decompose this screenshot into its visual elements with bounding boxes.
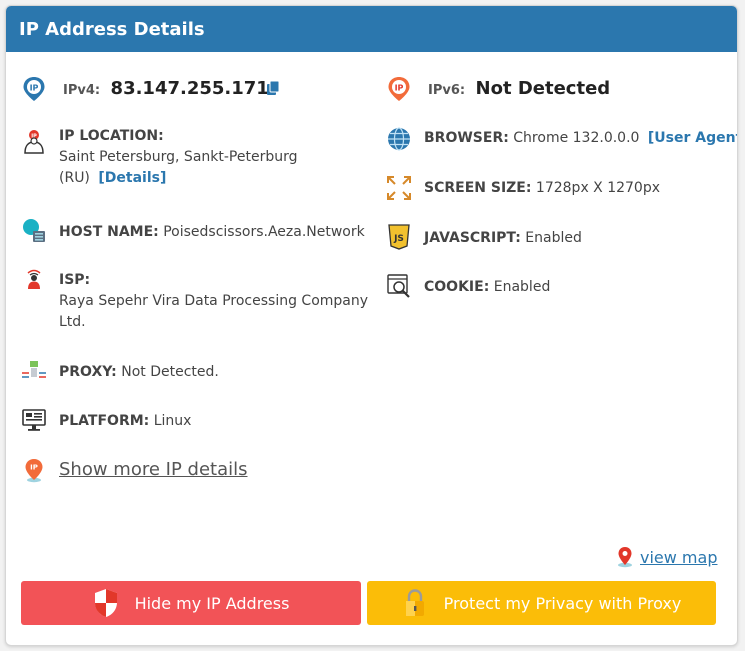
hide-ip-button-label: Hide my IP Address	[134, 593, 290, 613]
protect-privacy-button-label: Protect my Privacy with Proxy	[443, 593, 682, 613]
host-name-value: Poisedscissors.Aeza.Network	[163, 224, 365, 240]
shield-icon	[93, 588, 119, 618]
browser-value: Chrome 132.0.0.0	[513, 130, 640, 146]
isp-value: Raya Sepehr Vira Data Processing Company	[59, 293, 369, 309]
ip-location-label: IP LOCATION:	[59, 128, 164, 144]
card-header: IP Address Details	[6, 6, 737, 52]
proxy-value: Not Detected.	[121, 364, 219, 380]
server-icon	[21, 218, 47, 244]
expand-arrows-icon	[386, 175, 412, 201]
user-agent-link[interactable]: [User Agent]	[648, 130, 737, 146]
cookie-search-icon	[386, 273, 412, 299]
globe-icon	[386, 126, 412, 152]
platform-label: PLATFORM:	[59, 413, 150, 429]
ipv4-label: IPv4:	[63, 83, 101, 98]
hide-ip-button[interactable]: Hide my IP Address	[21, 581, 361, 625]
platform-value: Linux	[153, 413, 192, 429]
svg-text:JS: JS	[393, 234, 404, 244]
screen-size-value: 1728px X 1270px	[535, 180, 661, 196]
view-map-link[interactable]: view map	[640, 547, 717, 568]
isp-value-cont: Ltd.	[59, 314, 86, 330]
javascript-value: Enabled	[525, 230, 582, 246]
svg-text:IP: IP	[30, 84, 39, 93]
card-title: IP Address Details	[19, 18, 205, 40]
ip-pin-icon: IP	[21, 76, 47, 102]
protect-privacy-button[interactable]: Protect my Privacy with Proxy	[367, 581, 716, 625]
padlock-icon	[402, 588, 428, 618]
monitor-icon	[21, 407, 47, 433]
copy-icon[interactable]	[265, 80, 283, 98]
isp-label: ISP:	[59, 272, 91, 288]
cookie-value: Enabled	[493, 279, 551, 295]
location-person-icon: IP	[21, 128, 47, 154]
ip-details-card: IP Address Details IP IPv4: 83.147.255.1…	[5, 5, 738, 646]
isp-user-icon	[23, 268, 45, 290]
proxy-network-icon	[21, 358, 47, 384]
map-pin-icon	[614, 546, 636, 568]
ip-location-country: (RU)	[59, 170, 90, 186]
ipv6-value: Not Detected	[475, 78, 611, 99]
screen-size-label: SCREEN SIZE:	[424, 180, 532, 196]
javascript-label: JAVASCRIPT:	[424, 230, 521, 246]
svg-text:IP: IP	[395, 84, 404, 93]
ip-pin-orange-icon: IP	[386, 76, 412, 102]
host-name-label: HOST NAME:	[59, 224, 159, 240]
svg-text:IP: IP	[30, 464, 38, 472]
ip-location-value: Saint Petersburg, Sankt-Peterburg	[59, 149, 298, 165]
ip-pin-small-icon: IP	[21, 457, 47, 483]
proxy-label: PROXY:	[59, 364, 117, 380]
js-shield-icon: JS	[386, 224, 412, 250]
show-more-link[interactable]: Show more IP details	[59, 458, 248, 482]
browser-label: BROWSER:	[424, 130, 509, 146]
ipv6-label: IPv6:	[428, 83, 466, 98]
location-details-link[interactable]: [Details]	[98, 170, 166, 186]
cookie-label: COOKIE:	[424, 279, 490, 295]
ipv4-value[interactable]: 83.147.255.171	[111, 78, 269, 99]
